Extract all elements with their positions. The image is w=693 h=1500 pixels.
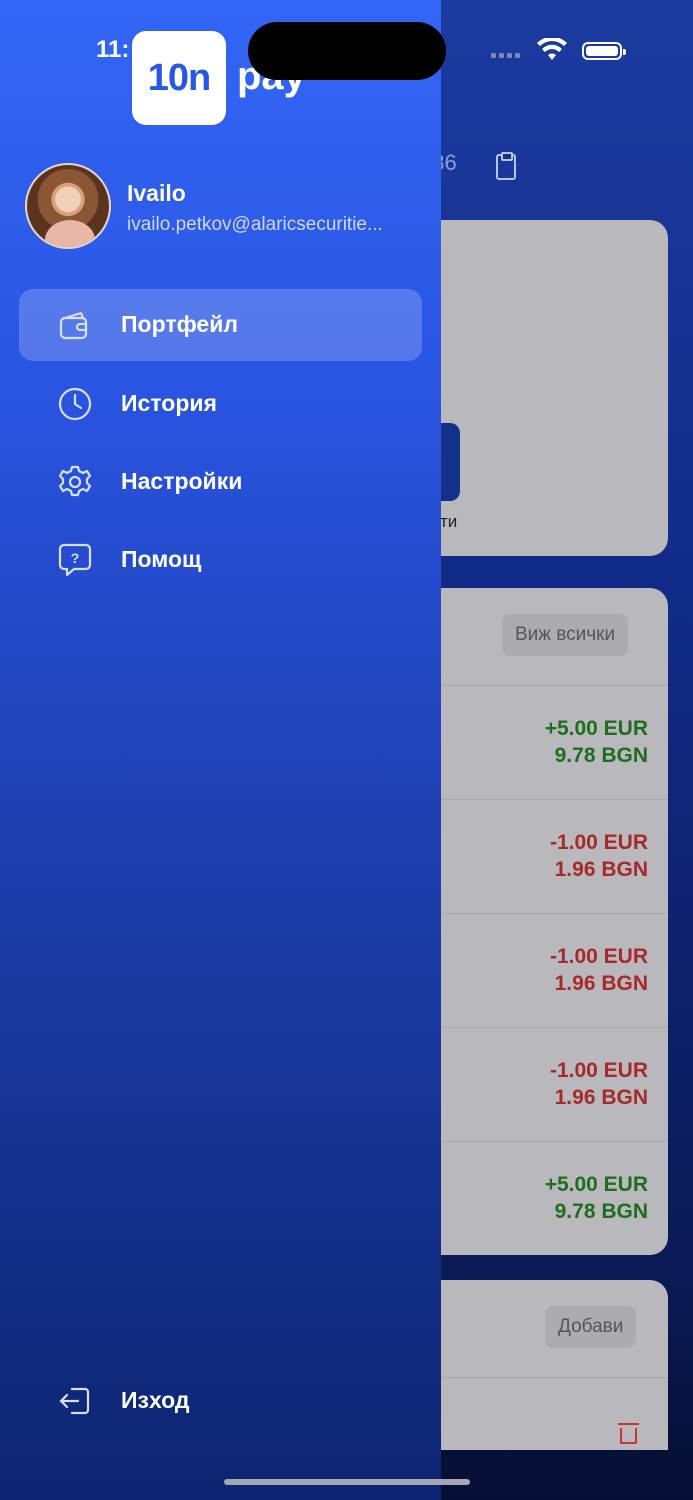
- svg-text:?: ?: [71, 550, 80, 566]
- logout-button[interactable]: Изход: [19, 1365, 422, 1437]
- menu-item-label: История: [121, 390, 217, 416]
- user-profile[interactable]: Ivailo ivailo.petkov@alaricsecuritie...: [25, 163, 425, 253]
- divider: [440, 913, 668, 914]
- amount-bgn: 9.78 BGN: [554, 744, 648, 767]
- clock-icon: [58, 387, 92, 421]
- amount-bgn: 1.96 BGN: [554, 858, 648, 881]
- status-bar: [0, 30, 693, 70]
- menu-item-label: Помощ: [121, 546, 202, 572]
- user-name: Ivailo: [127, 180, 186, 206]
- wifi-icon: [537, 38, 567, 60]
- amount-bgn: 1.96 BGN: [554, 972, 648, 995]
- menu-item-label: Настройки: [121, 468, 243, 494]
- menu-item-help[interactable]: ? Помощ: [19, 524, 422, 596]
- transaction-amount: -1.00 EUR 1.96 BGN: [440, 943, 648, 997]
- divider: [440, 1377, 668, 1378]
- user-email: ivailo.petkov@alaricsecuritie...: [127, 214, 383, 235]
- amount-bgn: 1.96 BGN: [554, 1086, 648, 1109]
- amount-bgn: 9.78 BGN: [554, 1200, 648, 1223]
- transaction-amount: -1.00 EUR 1.96 BGN: [440, 1057, 648, 1111]
- wallet-icon: [59, 311, 88, 340]
- cellular-signal-icon: [491, 53, 520, 58]
- view-all-button[interactable]: Виж всички: [502, 614, 629, 656]
- transaction-amount: -1.00 EUR 1.96 BGN: [440, 829, 648, 883]
- gear-icon: [58, 465, 92, 497]
- home-indicator[interactable]: [224, 1479, 470, 1485]
- menu-item-portfolio[interactable]: Портфейл: [19, 289, 422, 361]
- menu-item-label: Портфейл: [121, 311, 238, 337]
- help-icon: ?: [58, 543, 92, 577]
- divider: [440, 1141, 668, 1142]
- menu-item-label: Изход: [121, 1387, 190, 1413]
- side-drawer: 11: 10n pay Ivailo ivailo.petkov@alarics…: [0, 0, 441, 1500]
- amount-eur: +5.00 EUR: [544, 1173, 648, 1196]
- divider: [440, 685, 668, 686]
- action-button-label: ти: [440, 512, 458, 531]
- divider: [440, 1027, 668, 1028]
- amount-eur: +5.00 EUR: [544, 717, 648, 740]
- trash-icon[interactable]: [618, 1423, 639, 1444]
- transaction-amount: +5.00 EUR 9.78 BGN: [440, 715, 648, 769]
- menu-item-settings[interactable]: Настройки: [19, 446, 422, 518]
- transaction-amount: +5.00 EUR 9.78 BGN: [440, 1171, 648, 1225]
- menu-item-history[interactable]: История: [19, 368, 422, 440]
- battery-icon: [582, 42, 626, 60]
- amount-eur: -1.00 EUR: [549, 1059, 648, 1082]
- amount-eur: -1.00 EUR: [549, 831, 648, 854]
- copy-icon[interactable]: [496, 152, 516, 180]
- amount-eur: -1.00 EUR: [549, 945, 648, 968]
- logout-icon: [59, 1387, 90, 1415]
- avatar: [25, 163, 111, 249]
- add-button[interactable]: Добави: [545, 1306, 637, 1348]
- divider: [440, 799, 668, 800]
